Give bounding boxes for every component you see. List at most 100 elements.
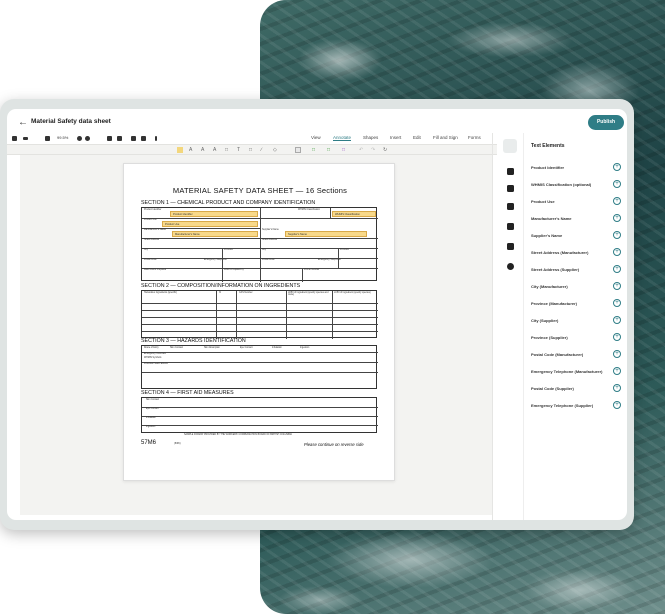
rotate-icon[interactable] [117,136,122,141]
plus-circle-icon[interactable]: + [613,180,621,188]
sigma-icon[interactable] [507,223,514,230]
section3-title: SECTION 3 — HAZARDS IDENTIFICATION [141,338,246,344]
potential-health-label: Potential Health Effects [144,363,168,365]
label-msds-prepared-by: MSDS Prepared by [224,269,244,271]
header-cas: CAS Number [239,292,253,294]
plus-circle-icon[interactable]: + [613,299,621,307]
save-icon[interactable] [12,136,17,141]
text-element-item[interactable]: Street Address (Manufacturer) + [531,248,623,258]
text-element-item[interactable]: City (Supplier) + [531,316,623,326]
first-aid-inhalation: Inhalation [146,417,156,419]
plus-circle-icon[interactable]: + [613,401,621,409]
menu-shapes[interactable]: Shapes [363,135,378,140]
color-green-icon-2[interactable]: □ [327,147,330,153]
label-city-supplier: City [262,249,266,251]
route-skin-contact[interactable]: Skin Contact [170,347,183,349]
plus-circle-icon[interactable]: + [613,333,621,341]
label-phone-number: Phone Number [304,269,320,271]
eraser-icon[interactable]: ◇ [273,147,277,153]
zoom-level[interactable]: 99.5% [57,135,68,140]
menu-insert[interactable]: Insert [390,135,401,140]
menu-annotate[interactable]: Annotate [333,135,352,141]
plus-circle-icon[interactable]: + [613,197,621,205]
text-element-item[interactable]: Manufacturer's Name + [531,214,623,224]
text-element-item[interactable]: City (Manufacturer) + [531,282,623,292]
text-element-item[interactable]: Province (Supplier) + [531,333,623,343]
text-icon[interactable]: T [237,147,240,153]
zoom-in-icon[interactable] [85,136,90,141]
undo-icon[interactable]: ↶ [359,147,363,153]
form-code-date: (8/96) [174,442,181,445]
more-icon[interactable] [155,136,157,141]
copy-icon[interactable] [131,136,136,141]
route-eye-contact[interactable]: Eye Contact [240,347,253,349]
duplicate-icon[interactable] [141,136,146,141]
plus-circle-icon[interactable]: + [613,350,621,358]
plus-circle-icon[interactable]: + [613,231,621,239]
section2-table: Hazardous Ingredients (specific) % CAS N… [141,290,378,339]
route-ingestion[interactable]: Ingestion [300,347,309,349]
plus-circle-icon[interactable]: + [613,163,621,171]
form-code: 57M6 [141,440,157,446]
minus-icon[interactable] [23,137,28,140]
route-skin-absorption[interactable]: Skin Absorption [204,347,220,349]
page-icon[interactable] [45,136,50,141]
clear-icon[interactable]: ↻ [383,147,387,153]
text-element-label: Product Identifier [531,165,565,170]
label-emergency-supplier: Emergency Telephone [318,259,341,261]
table-icon[interactable] [507,203,514,210]
rectangle-icon[interactable]: □ [249,147,252,153]
gear-icon[interactable] [507,263,514,270]
text-element-item[interactable]: Province (Manufacturer) + [531,299,623,309]
plus-circle-icon[interactable]: + [613,367,621,375]
field-supplier[interactable]: Supplier's Name [285,231,367,237]
text-squiggly-icon[interactable]: A [213,147,216,153]
section3-box: Route of Entry Skin Contact Skin Absorpt… [141,345,378,389]
text-element-item[interactable]: Emergency Telephone (Supplier) + [531,401,623,411]
plus-circle-icon[interactable]: + [613,384,621,392]
color-green-icon[interactable]: □ [312,147,315,153]
text-size-icon[interactable] [503,139,517,153]
footer-sample-text: SAMPLE FORMAT PROVIDED BY THE WORKERS' C… [184,434,292,436]
plus-circle-icon[interactable]: + [613,265,621,273]
zoom-out-icon[interactable] [77,136,82,141]
text-element-item[interactable]: Product Use + [531,197,623,207]
stamp-icon[interactable] [507,243,514,250]
text-element-item[interactable]: Supplier's Name + [531,231,623,241]
text-element-item[interactable]: Product Identifier + [531,163,623,173]
highlight-icon[interactable] [177,147,183,153]
document-title: Material Safety data sheet [31,118,111,125]
route-inhalation[interactable]: Inhalation [272,347,282,349]
device-frame: ← Material Safety data sheet Publish 99.… [0,99,634,530]
field-product-use[interactable]: Product Use [162,221,258,227]
pen-icon[interactable]: ∕ [261,147,262,153]
field-whmis[interactable]: WHMIS Classification [332,211,376,217]
text-element-label: Emergency Telephone (Supplier) [531,403,594,408]
checkbox-icon[interactable] [507,185,514,192]
comment-icon[interactable]: □ [225,147,228,153]
text-strike-icon[interactable]: A [201,147,204,153]
arrow-left-icon[interactable]: ← [18,117,28,128]
field-product-identifier[interactable]: Product Identifier [170,211,258,217]
menu-edit[interactable]: Edit [413,135,421,140]
color-swatch-icon[interactable] [295,147,301,153]
menu-forms[interactable]: Forms [468,135,481,140]
image-icon[interactable] [507,168,514,175]
text-underline-icon[interactable]: A [189,147,192,153]
text-element-item[interactable]: WHMIS Classification (optional) + [531,180,623,190]
redo-icon[interactable]: ↷ [371,147,375,153]
color-purple-icon[interactable]: □ [342,147,345,153]
plus-circle-icon[interactable]: + [613,248,621,256]
menu-fill-and-sign[interactable]: Fill and Sign [433,135,458,140]
plus-circle-icon[interactable]: + [613,282,621,290]
menu-view[interactable]: View [311,135,321,140]
text-element-item[interactable]: Street Address (Supplier) + [531,265,623,275]
field-manufacturer[interactable]: Manufacturer's Name [172,231,258,237]
text-element-item[interactable]: Postal Code (Supplier) + [531,384,623,394]
text-element-item[interactable]: Postal Code (Manufacturer) + [531,350,623,360]
plus-circle-icon[interactable]: + [613,214,621,222]
hand-icon[interactable] [107,136,112,141]
text-element-item[interactable]: Emergency Telephone (Manufacturer) + [531,367,623,377]
publish-button[interactable]: Publish [588,115,624,130]
plus-circle-icon[interactable]: + [613,316,621,324]
